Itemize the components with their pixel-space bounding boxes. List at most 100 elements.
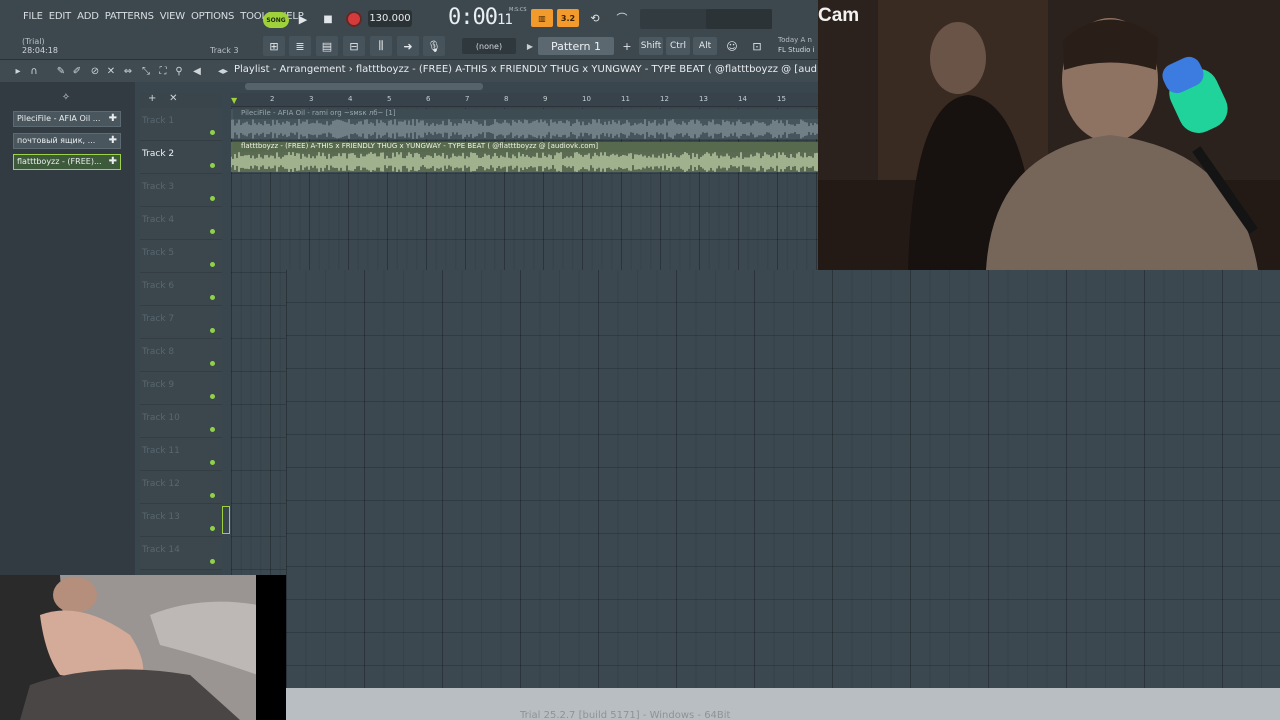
playback-tool[interactable]: ◀ [190,64,204,78]
track-name: Track 14 [142,545,180,555]
track-enable-led[interactable] [210,262,215,267]
slip-tool[interactable]: ⇔ [121,64,135,78]
paint-tool[interactable]: ✐ [70,64,84,78]
webcam-image-secondary [0,575,258,720]
pattern-arrow[interactable]: ▶ [524,38,536,54]
slip-icon: ⇔ [123,65,133,77]
timeline-ruler[interactable] [231,93,818,107]
delete-tool[interactable]: ⊘ [88,64,102,78]
audio-clip[interactable]: flatttboyzz - (FREE) A-THIS x FRIENDLY T… [231,142,818,172]
add-pattern-button[interactable]: + [620,37,634,55]
track-header[interactable]: Track 12 [140,471,222,504]
track-header[interactable]: Track 11 [140,438,222,471]
pencil-icon: ✎ [56,65,66,77]
loop-record-button[interactable]: ⟲ [584,9,606,27]
select-icon: ⛶ [159,65,167,77]
horizontal-scrollbar[interactable] [245,83,483,90]
pattern-name[interactable]: Pattern 1 [538,37,614,55]
track-enable-led[interactable] [210,130,215,135]
play-button[interactable]: ▶ [293,10,313,28]
track-enable-led[interactable] [210,328,215,333]
draw-tool[interactable]: ✎ [54,64,68,78]
ruler-bar-number: 11 [621,95,630,103]
browser-button[interactable]: ⊟ [343,36,365,56]
track-enable-led[interactable] [210,394,215,399]
track-name: Track 13 [142,512,180,522]
menu-edit[interactable]: EDIT [46,10,74,23]
track-enable-led[interactable] [210,427,215,432]
triangle-right-icon: ▶ [526,41,534,51]
menu-file[interactable]: FILE [20,10,46,23]
touch-button[interactable]: ☺ [721,37,743,55]
track-enable-led[interactable] [210,493,215,498]
picker-item-selected[interactable]: flatttboyzz - (FREE)... ✚ [13,154,121,170]
mute-tool[interactable]: ✕ [104,64,118,78]
menu-view[interactable]: VIEW [157,10,188,23]
ruler-bar-number: 14 [738,95,747,103]
record-button[interactable] [346,11,362,27]
hint-line-2: 28:04:18 [22,46,58,55]
magnet-snap-button[interactable]: ∩ [27,64,41,78]
slice-tool[interactable]: ⤡ [139,64,153,78]
track-enable-led[interactable] [210,460,215,465]
menu-options[interactable]: OPTIONS [188,10,237,23]
magnet-icon: ∩ [30,65,38,77]
ctrl-key[interactable]: Ctrl [666,37,690,55]
track-header[interactable]: Track 1 [140,108,222,141]
track-header[interactable]: Track 14 [140,537,222,570]
audio-record-button[interactable]: 🎙 [423,36,445,56]
shift-key[interactable]: Shift [639,37,663,55]
piano-roll-button[interactable]: ▤ [316,36,338,56]
menu-patterns[interactable]: PATTERNS [102,10,157,23]
track-header[interactable]: Track 4 [140,207,222,240]
picker-item[interactable]: почтовый ящик, ... ✚ [13,133,121,149]
track-header[interactable]: Track 3 [140,174,222,207]
close-icon[interactable]: ✕ [169,93,177,104]
track-header[interactable]: Track 13 [140,504,222,537]
track-header[interactable]: Track 2 [140,141,222,174]
track-enable-led[interactable] [210,295,215,300]
track-header[interactable]: Track 8 [140,339,222,372]
zoom-tool[interactable]: ⚲ [172,64,186,78]
track-controls: + ✕ [148,93,178,104]
wait-input-button[interactable]: ⌒ [611,9,633,27]
track-enable-led[interactable] [210,163,215,168]
add-track-icon[interactable]: + [148,93,156,104]
playlist-view-button[interactable]: ⊞ [263,36,285,56]
menu-add[interactable]: ADD [74,10,102,23]
playhead-marker[interactable]: ▼ [231,96,239,105]
metronome-icon: ▥ [538,13,546,23]
track-header[interactable]: Track 6 [140,273,222,306]
wave-icon: ⌒ [616,12,628,25]
piano-roll-icon: ▤ [321,39,333,53]
pattern-selector[interactable]: (none) [462,38,516,54]
playlist-menu-arrow[interactable]: ▸ [11,64,25,78]
picker-header-icon[interactable]: ✧ [59,90,73,104]
track-enable-led[interactable] [210,229,215,234]
plugin-picker-button[interactable]: ➜ [397,36,419,56]
playlist-grid-extended[interactable] [286,270,1280,690]
countdown-button[interactable]: 3.2 [557,9,579,27]
track-enable-led[interactable] [210,559,215,564]
tempo-display[interactable]: 130.000 [368,10,412,27]
track-enable-led[interactable] [210,361,215,366]
track-header[interactable]: Track 5 [140,240,222,273]
audio-clip[interactable]: PileciFile - AFIA Oil - rami org ~ѕмѕк л… [231,109,818,139]
track-enable-led[interactable] [210,526,215,531]
track-header[interactable]: Track 10 [140,405,222,438]
track-header[interactable]: Track 9 [140,372,222,405]
playlist-arrows[interactable]: ◂▸ [216,64,230,78]
mixer-button[interactable]: ⫼ [370,36,392,56]
store-button[interactable]: ⊡ [746,37,768,55]
status-bar [286,688,1280,720]
track-header[interactable]: Track 7 [140,306,222,339]
select-tool[interactable]: ⛶ [156,64,170,78]
alt-key[interactable]: Alt [693,37,717,55]
metronome-button[interactable]: ▥ [531,9,553,27]
clip-waveform [231,119,818,139]
picker-item[interactable]: PileciFile - AFIA Oil ... ✚ [13,111,121,127]
song-mode-toggle[interactable]: SONG [263,12,289,28]
channel-rack-button[interactable]: ≣ [289,36,311,56]
track-enable-led[interactable] [210,196,215,201]
stop-button[interactable]: ■ [318,10,338,28]
